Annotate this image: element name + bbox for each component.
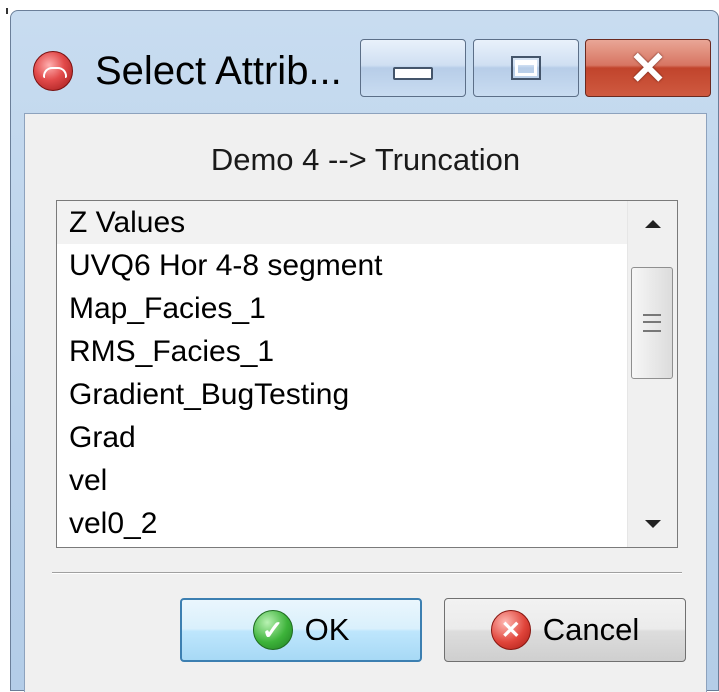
dialog-window: Select Attrib... ✕ Demo 4 --> Truncation… [10, 10, 719, 692]
dialog-subtitle: Demo 4 --> Truncation [210, 142, 521, 177]
arrow-up-icon [644, 220, 661, 228]
minimize-button[interactable] [360, 39, 466, 97]
minimize-icon [393, 66, 433, 80]
dialog-body: Demo 4 --> Truncation Z Values UVQ6 Hor … [24, 113, 707, 692]
list-item[interactable]: RMS_Facies_1 [57, 330, 627, 373]
scrollbar-thumb[interactable] [631, 267, 673, 379]
arrow-down-icon [644, 520, 661, 528]
list-item[interactable]: Z Values [57, 201, 627, 244]
list-item[interactable]: Map_Facies_1 [57, 287, 627, 330]
list-item[interactable]: vel [57, 459, 627, 502]
window-title: Select Attrib... [95, 49, 342, 93]
title-bar[interactable]: Select Attrib... ✕ [11, 11, 718, 113]
grip-icon [643, 314, 661, 332]
close-button[interactable]: ✕ [585, 39, 711, 97]
ok-label: OK [304, 612, 350, 647]
vertical-scrollbar[interactable] [627, 201, 677, 547]
app-icon[interactable] [33, 51, 73, 91]
list-item[interactable]: UVQ6 Hor 4-8 segment [57, 244, 627, 287]
scroll-down-button[interactable] [628, 501, 677, 547]
check-circle-icon: ✓ [252, 610, 293, 650]
scroll-up-button[interactable] [628, 201, 677, 247]
close-icon: ✕ [628, 42, 668, 94]
x-circle-icon: ✕ [490, 610, 531, 650]
maximize-icon [511, 56, 541, 80]
cancel-label: Cancel [542, 612, 640, 647]
list-item[interactable]: Gradient_BugTesting [57, 373, 627, 416]
screen-artifact [6, 8, 8, 14]
ok-button[interactable]: ✓ OK [180, 598, 422, 662]
attribute-listbox[interactable]: Z Values UVQ6 Hor 4-8 segment Map_Facies… [56, 200, 678, 548]
list-item[interactable]: Grad [57, 416, 627, 459]
separator [52, 572, 682, 574]
maximize-button[interactable] [473, 39, 579, 97]
attribute-list: Z Values UVQ6 Hor 4-8 segment Map_Facies… [57, 201, 627, 547]
list-item[interactable]: vel0_2 [57, 502, 627, 545]
cancel-button[interactable]: ✕ Cancel [444, 598, 686, 662]
